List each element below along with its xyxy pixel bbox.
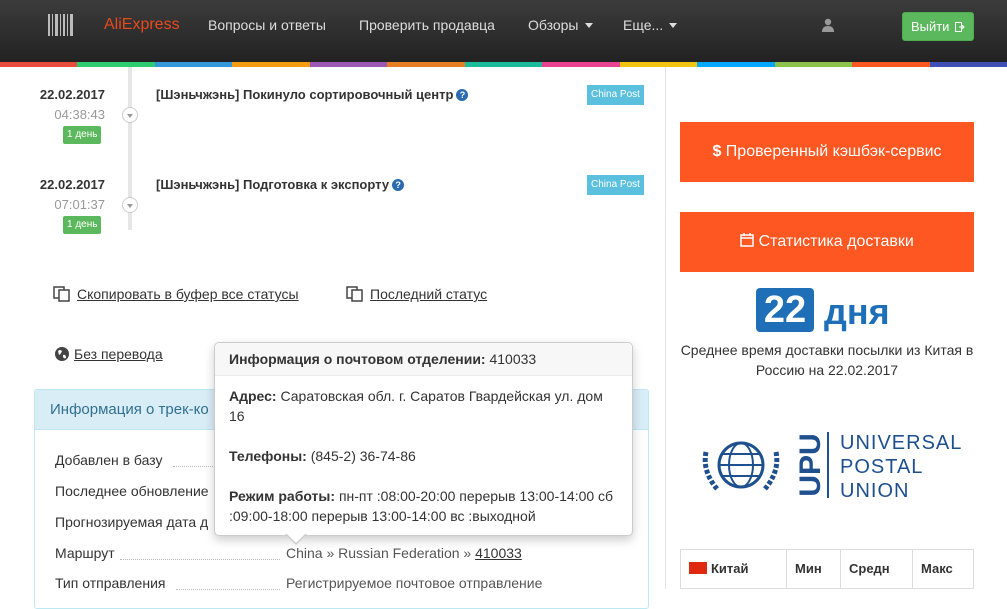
svg-text:UPU: UPU bbox=[794, 433, 827, 496]
copy-icon bbox=[346, 286, 363, 302]
chevron-down-icon bbox=[584, 23, 593, 28]
phone-line: Телефоны: (845-2) 36-74-86 bbox=[229, 448, 416, 464]
delivery-stats-table: Китай Мин Средн Макс bbox=[680, 549, 974, 589]
stripe-segment bbox=[774, 62, 853, 67]
days-badge: 1 день bbox=[63, 126, 102, 144]
label-route: Маршрут bbox=[55, 545, 115, 561]
upu-text-union: UNION bbox=[840, 480, 910, 502]
label-forecast-date: Прогнозируемая дата д bbox=[55, 514, 209, 530]
table-header-avg: Средн bbox=[841, 550, 913, 588]
dollar-icon: $ bbox=[712, 143, 722, 160]
event-status: [Шэньчжэнь] Покинуло сортировочный центр… bbox=[156, 87, 469, 102]
stripe-segment bbox=[232, 62, 310, 67]
nav-item-reviews[interactable]: Обзоры bbox=[528, 17, 593, 33]
barcode-logo-icon[interactable] bbox=[48, 14, 74, 36]
stripe-segment bbox=[619, 62, 698, 67]
sign-out-icon bbox=[955, 22, 965, 32]
upu-text-postal: POSTAL bbox=[840, 456, 924, 478]
chevron-down-icon bbox=[669, 23, 678, 28]
stripe-segment bbox=[697, 62, 775, 67]
table-header-country: Китай bbox=[681, 550, 787, 588]
nav-item-faq[interactable]: Вопросы и ответы bbox=[208, 17, 326, 33]
event-time: 04:38:43 bbox=[54, 107, 105, 122]
cashback-service-button[interactable]: $ Проверенный кэшбэк-сервис bbox=[680, 122, 974, 182]
logout-button[interactable]: Выйти bbox=[902, 12, 974, 41]
upu-emblem-logo bbox=[702, 441, 780, 492]
avg-days-number: 22 bbox=[756, 288, 814, 332]
user-icon[interactable] bbox=[822, 18, 834, 32]
hours-line: Режим работы: пн-пт :08:00-20:00 перерыв… bbox=[229, 488, 614, 524]
dotted-leader bbox=[176, 589, 280, 590]
popover-title: Информация о почтовом отделении: 410033 bbox=[215, 343, 632, 376]
timeline-toggle[interactable] bbox=[122, 197, 138, 213]
post-office-popover: Информация о почтовом отделении: 410033 … bbox=[214, 342, 633, 536]
event-date: 22.02.2017 bbox=[39, 87, 105, 102]
dotted-leader bbox=[120, 559, 280, 560]
table-header-max: Макс bbox=[921, 561, 953, 576]
stripe-segment bbox=[0, 62, 78, 67]
upu-logo-letters: UPU bbox=[794, 432, 829, 498]
avg-delivery-text: Среднее время доставки посылки из Китая … bbox=[680, 342, 974, 378]
popover-body: Адрес: Саратовская обл. г. Саратов Гвард… bbox=[215, 376, 632, 556]
delivery-stats-button[interactable]: Статистика доставки bbox=[680, 212, 974, 272]
nav-item-check-seller[interactable]: Проверить продавца bbox=[359, 17, 495, 33]
no-translation-link[interactable]: Без перевода bbox=[74, 346, 163, 362]
color-stripe bbox=[0, 62, 1007, 67]
column-divider bbox=[665, 67, 666, 589]
event-date: 22.02.2017 bbox=[39, 177, 105, 192]
stripe-segment bbox=[542, 62, 620, 67]
label-last-update: Последнее обновление bbox=[55, 483, 209, 499]
stripe-segment bbox=[852, 62, 930, 67]
calendar-icon bbox=[740, 233, 754, 247]
days-badge: 1 день bbox=[63, 216, 102, 234]
top-navbar: AliExpress Вопросы и ответы Проверить пр… bbox=[0, 0, 1007, 62]
carrier-badge: China Post bbox=[587, 175, 644, 195]
address-line: Адрес: Саратовская обл. г. Саратов Гвард… bbox=[229, 388, 603, 424]
nav-item-more[interactable]: Еще... bbox=[623, 17, 678, 33]
stripe-segment bbox=[387, 62, 465, 67]
table-header-min: Мин bbox=[787, 550, 841, 588]
copy-all-statuses-link[interactable]: Скопировать в буфер все статусы bbox=[77, 286, 299, 302]
stripe-segment bbox=[309, 62, 388, 67]
label-added-to-db: Добавлен в базу bbox=[55, 452, 163, 468]
question-icon[interactable]: ? bbox=[456, 89, 469, 101]
last-status-link[interactable]: Последний статус bbox=[370, 286, 487, 302]
timeline-toggle[interactable] bbox=[122, 107, 138, 123]
upu-text-universal: UNIVERSAL bbox=[840, 432, 963, 454]
copy-icon bbox=[53, 286, 70, 302]
avg-days-word: дня bbox=[824, 291, 890, 332]
popover-arrow-inner bbox=[286, 533, 306, 543]
stripe-segment bbox=[464, 62, 543, 67]
carrier-badge: China Post bbox=[587, 85, 644, 105]
china-flag-icon bbox=[689, 562, 707, 574]
stripe-segment bbox=[154, 62, 233, 67]
globe-icon bbox=[55, 347, 69, 361]
question-icon[interactable]: ? bbox=[392, 179, 405, 191]
stripe-segment bbox=[77, 62, 155, 67]
event-time: 07:01:37 bbox=[54, 197, 105, 212]
stripe-segment bbox=[929, 62, 1007, 67]
dotted-leader bbox=[173, 466, 213, 467]
brand-aliexpress[interactable]: AliExpress bbox=[104, 16, 180, 34]
event-status: [Шэньчжэнь] Подготовка к экспорту? bbox=[156, 177, 405, 192]
